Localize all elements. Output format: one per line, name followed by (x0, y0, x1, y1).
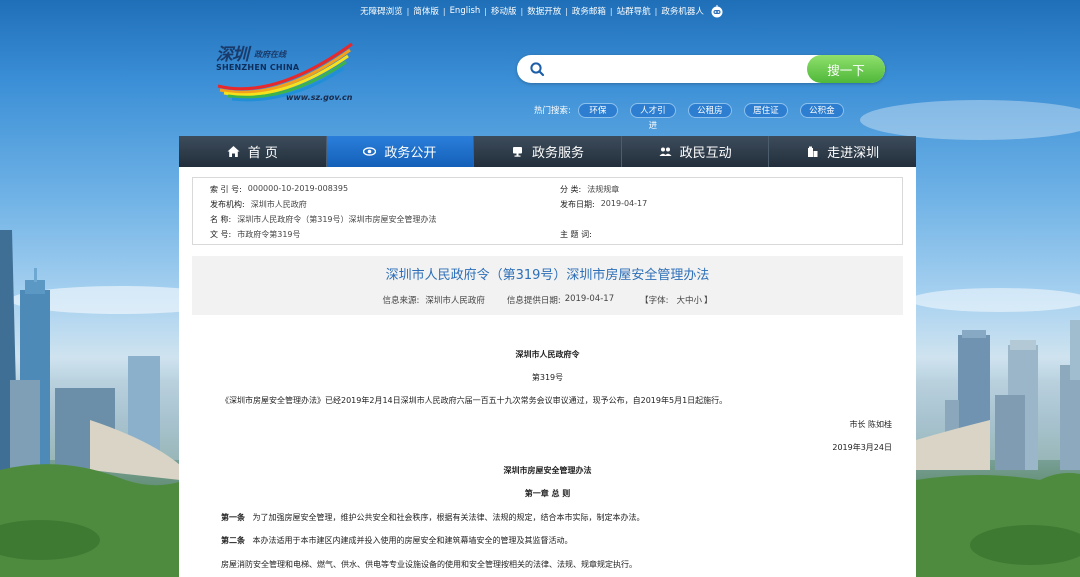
body-sign-date: 2019年3月24日 (832, 443, 892, 452)
font-size-small-button[interactable]: 小 (694, 294, 703, 306)
people-icon (659, 147, 672, 156)
eye-icon (363, 147, 377, 156)
hot-tag-talent[interactable]: 人才引进 (629, 102, 676, 131)
article-1-label: 第一条 (221, 513, 245, 522)
source-label: 信息来源: (382, 296, 420, 306)
nav-item-gov-services[interactable]: 政务服务 (474, 136, 622, 167)
nav-item-label: 政民互动 (679, 146, 732, 161)
nav-item-label: 政务服务 (531, 146, 584, 161)
logo-english-title: SHENZHEN CHINA (216, 63, 300, 72)
body-intro-paragraph: 《深圳市房屋安全管理办法》已经2019年2月14日深圳市人民政府六届一百五十九次… (221, 396, 728, 405)
body-signer: 市长 陈如桂 (849, 420, 892, 429)
hot-search-bar: 热门搜索: 环保 人才引进 公租房 居住证 公积金 (534, 102, 856, 131)
mobile-version-link[interactable]: 移动版 (487, 5, 521, 17)
font-size-label: 【字体: (640, 296, 669, 306)
font-size-large-button[interactable]: 大 (676, 294, 685, 306)
article-title-box: 深圳市人民政府令（第319号）深圳市房屋安全管理办法 信息来源: 深圳市人民政府… (192, 256, 903, 315)
nav-item-label: 政务公开 (384, 146, 437, 161)
hot-tag-public-housing[interactable]: 公租房 (687, 102, 732, 118)
content-panel: 索 引 号: 000000-10-2019-008395 分 类: 法规规章 发… (179, 167, 916, 577)
search-input[interactable] (553, 59, 803, 79)
font-size-close-bracket: 】 (704, 296, 713, 306)
article-1-text: 为了加强房屋安全管理，维护公共安全和社会秩序，根据有关法律、法规的规定，结合本市… (252, 513, 645, 522)
body-article-2: 第二条 本办法适用于本市建区内建成并投入使用的房屋安全和建筑幕墙安全的管理及其监… (221, 535, 881, 546)
hot-tag-environment[interactable]: 环保 (577, 102, 618, 118)
nav-item-home[interactable]: 首 页 (179, 136, 327, 167)
logo-chinese-subtitle: 政府在线 (254, 50, 286, 59)
meta-publish-date: 发布日期: 2019-04-17 (560, 199, 648, 209)
robot-icon[interactable] (710, 4, 724, 18)
body-heading-order: 深圳市人民政府令 (515, 350, 580, 359)
nav-item-label: 首 页 (247, 146, 278, 161)
meta-index-number: 索 引 号: 000000-10-2019-008395 (210, 184, 349, 194)
source-value: 深圳市人民政府 (425, 296, 485, 306)
hot-tag-residence-permit[interactable]: 居住证 (743, 102, 788, 118)
font-size-medium-button[interactable]: 中 (685, 294, 694, 306)
date-label: 信息提供日期: (506, 296, 561, 306)
document-metadata-table: 索 引 号: 000000-10-2019-008395 分 类: 法规规章 发… (192, 177, 903, 245)
building-icon (808, 146, 818, 157)
date-value: 2019-04-17 (564, 294, 615, 304)
article-2-text: 本办法适用于本市建区内建成并投入使用的房屋安全和建筑幕墙安全的管理及其监督活动。 (252, 536, 573, 545)
site-logo[interactable]: 深圳 政府在线 SHENZHEN CHINA www.sz.gov.cn (214, 38, 356, 104)
meta-publisher: 发布机构: 深圳市人民政府 (210, 200, 307, 209)
body-article-2-continued: 房屋消防安全管理和电梯、燃气、供水、供电等专业设施设备的使用和安全管理按相关的法… (221, 560, 637, 569)
top-utility-bar: 无障碍浏览 | 简体版 | English | 移动版 | 数据开放 | 政务邮… (0, 3, 1080, 19)
meta-document-number: 文 号: 市政府令第319号 (210, 230, 301, 239)
main-navigation: 首 页 政务公开 政务服务 政民互动 走进深圳 (179, 136, 916, 167)
logo-chinese-title: 深圳 (216, 45, 249, 65)
search-bar: 搜一下 (517, 55, 885, 83)
body-chapter-heading: 第一章 总 则 (524, 489, 571, 498)
meta-keywords: 主 题 词: (560, 230, 592, 239)
accessibility-link[interactable]: 无障碍浏览 (356, 5, 407, 17)
body-heading-number: 第319号 (531, 373, 564, 382)
logo-url: www.sz.gov.cn (286, 93, 353, 102)
article-title: 深圳市人民政府令（第319号）深圳市房屋安全管理办法 (385, 268, 710, 283)
home-icon (227, 146, 240, 157)
nav-item-label: 走进深圳 (827, 146, 880, 161)
nav-item-citizen-interaction[interactable]: 政民互动 (621, 136, 770, 167)
body-article-1: 第一条 为了加强房屋安全管理，维护公共安全和社会秩序，根据有关法律、法规的规定，… (221, 512, 881, 523)
open-data-link[interactable]: 数据开放 (523, 5, 565, 17)
body-document-title: 深圳市房屋安全管理办法 (503, 466, 592, 475)
article-info-line: 信息来源: 深圳市人民政府 信息提供日期: 2019-04-17 【字体: 大 … (192, 294, 903, 306)
hot-tag-housing-fund[interactable]: 公积金 (799, 102, 844, 118)
search-icon (530, 62, 545, 77)
gov-mailbox-link[interactable]: 政务邮箱 (568, 5, 610, 17)
monitor-icon (512, 147, 522, 157)
english-link[interactable]: English (446, 6, 485, 16)
nav-item-gov-affairs-open[interactable]: 政务公开 (326, 136, 475, 167)
gov-robot-link[interactable]: 政务机器人 (657, 5, 708, 17)
simplified-chinese-link[interactable]: 简体版 (409, 5, 443, 17)
article-2-label: 第二条 (221, 536, 245, 545)
search-button[interactable]: 搜一下 (807, 55, 885, 83)
nav-item-about-shenzhen[interactable]: 走进深圳 (769, 136, 916, 167)
meta-category: 分 类: 法规规章 (560, 185, 620, 194)
hot-search-label: 热门搜索: (534, 106, 571, 116)
meta-name: 名 称: 深圳市人民政府令（第319号）深圳市房屋安全管理办法 (210, 215, 437, 224)
site-group-nav-link[interactable]: 站群导航 (613, 5, 655, 17)
